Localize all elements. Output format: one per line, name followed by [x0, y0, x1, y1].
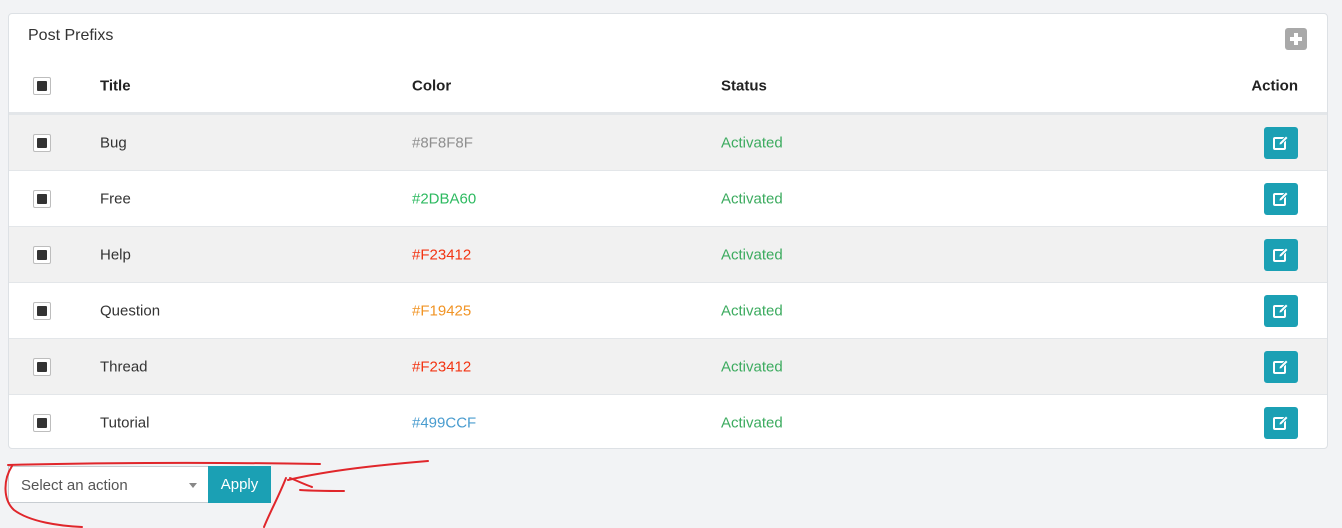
action-select[interactable]: Select an action — [8, 466, 208, 503]
edit-button[interactable] — [1264, 126, 1298, 159]
prefix-color: #8F8F8F — [412, 134, 473, 151]
table-row: Bug #8F8F8F Activated — [9, 114, 1327, 170]
row-checkbox[interactable] — [33, 357, 51, 376]
prefix-color: #F23412 — [412, 358, 472, 375]
header-status[interactable]: Status — [721, 78, 767, 95]
edit-button[interactable] — [1264, 238, 1298, 271]
select-all-checkbox[interactable] — [33, 77, 51, 95]
header-color[interactable]: Color — [412, 78, 451, 95]
prefix-color: #2DBA60 — [412, 190, 477, 207]
edit-icon — [1273, 358, 1289, 374]
action-select-value: Select an action — [21, 477, 128, 494]
prefix-title: Tutorial — [100, 414, 150, 431]
header-action: Action — [1251, 77, 1298, 95]
row-checkbox[interactable] — [33, 245, 51, 264]
table-row: Tutorial #499CCF Activated — [9, 394, 1327, 448]
prefix-title: Thread — [100, 358, 148, 375]
table-row: Question #F19425 Activated — [9, 282, 1327, 338]
row-checkbox[interactable] — [33, 133, 51, 152]
post-prefixes-panel: Post Prefixs Title Color Status Action B… — [8, 13, 1328, 449]
prefix-status: Activated — [721, 358, 783, 375]
bulk-action-bar: Select an action Apply — [8, 466, 271, 503]
add-prefix-button[interactable] — [1285, 28, 1307, 50]
panel-title: Post Prefixs — [28, 27, 114, 44]
edit-icon — [1273, 190, 1289, 206]
edit-button[interactable] — [1264, 294, 1298, 327]
edit-icon — [1273, 414, 1289, 430]
row-checkbox[interactable] — [33, 189, 51, 208]
prefix-title: Help — [100, 246, 131, 263]
prefix-color: #F23412 — [412, 246, 472, 263]
header-title[interactable]: Title — [100, 78, 131, 95]
prefix-title: Free — [100, 190, 131, 207]
table-header: Title Color Status Action — [9, 60, 1327, 114]
prefix-status: Activated — [721, 134, 783, 151]
prefix-status: Activated — [721, 302, 783, 319]
table-row: Free #2DBA60 Activated — [9, 170, 1327, 226]
edit-icon — [1273, 302, 1289, 318]
table-row: Thread #F23412 Activated — [9, 338, 1327, 394]
prefix-title: Bug — [100, 134, 127, 151]
chevron-down-icon — [189, 483, 197, 488]
row-checkbox[interactable] — [33, 413, 51, 432]
prefix-status: Activated — [721, 414, 783, 431]
edit-button[interactable] — [1264, 182, 1298, 215]
row-checkbox[interactable] — [33, 301, 51, 320]
edit-button[interactable] — [1264, 406, 1298, 439]
prefix-color: #F19425 — [412, 302, 472, 319]
edit-icon — [1273, 134, 1289, 150]
apply-button[interactable]: Apply — [208, 466, 271, 503]
table-body: Bug #8F8F8F Activated Free #2DBA60 Activ… — [9, 114, 1327, 448]
edit-icon — [1273, 246, 1289, 262]
edit-button[interactable] — [1264, 350, 1298, 383]
prefix-status: Activated — [721, 246, 783, 263]
table-row: Help #F23412 Activated — [9, 226, 1327, 282]
prefix-title: Question — [100, 302, 161, 319]
prefix-color: #499CCF — [412, 414, 477, 431]
panel-header: Post Prefixs — [9, 14, 1327, 60]
prefix-status: Activated — [721, 190, 783, 207]
